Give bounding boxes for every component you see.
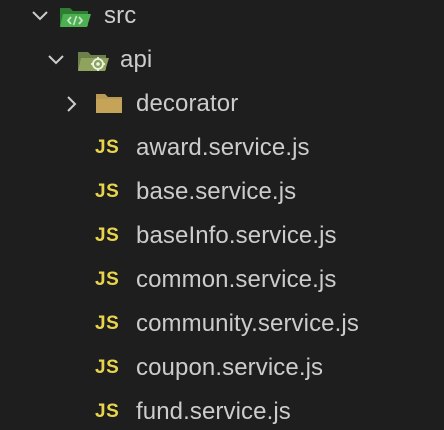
file-explorer-tree: src api decorator JS award.service.js JS…: [0, 0, 444, 430]
js-file-icon: JS: [95, 313, 120, 334]
js-file-icon: JS: [95, 181, 120, 202]
tree-item-label: common.service.js: [136, 266, 337, 293]
chevron-right-icon[interactable]: [62, 94, 82, 114]
tree-item-label: decorator: [136, 90, 239, 117]
tree-item-file[interactable]: JS community.service.js: [0, 302, 444, 346]
tree-item-label: baseInfo.service.js: [136, 222, 337, 249]
js-file-icon: JS: [95, 401, 120, 422]
chevron-down-icon[interactable]: [46, 50, 66, 70]
folder-closed-icon: [94, 90, 124, 116]
tree-item-file[interactable]: JS fund.service.js: [0, 390, 444, 430]
folder-api-open-icon: [76, 46, 110, 74]
tree-item-file[interactable]: JS base.service.js: [0, 170, 444, 214]
tree-item-label: coupon.service.js: [136, 354, 324, 381]
tree-item-label: award.service.js: [136, 134, 310, 161]
tree-item-decorator-folder[interactable]: decorator: [0, 82, 444, 126]
js-file-icon: JS: [95, 225, 120, 246]
tree-item-src-folder[interactable]: src: [0, 0, 444, 38]
js-file-icon: JS: [95, 269, 120, 290]
chevron-down-icon[interactable]: [30, 6, 50, 26]
tree-item-file[interactable]: JS baseInfo.service.js: [0, 214, 444, 258]
tree-item-label: base.service.js: [136, 178, 297, 205]
tree-item-file[interactable]: JS common.service.js: [0, 258, 444, 302]
tree-item-label: api: [120, 46, 153, 73]
tree-item-file[interactable]: JS coupon.service.js: [0, 346, 444, 390]
folder-src-open-icon: [58, 2, 92, 30]
tree-item-label: src: [104, 2, 137, 29]
js-file-icon: JS: [95, 357, 120, 378]
tree-item-label: community.service.js: [136, 310, 359, 337]
tree-item-api-folder[interactable]: api: [0, 38, 444, 82]
tree-item-file[interactable]: JS award.service.js: [0, 126, 444, 170]
tree-item-label: fund.service.js: [136, 398, 291, 425]
js-file-icon: JS: [95, 137, 120, 158]
